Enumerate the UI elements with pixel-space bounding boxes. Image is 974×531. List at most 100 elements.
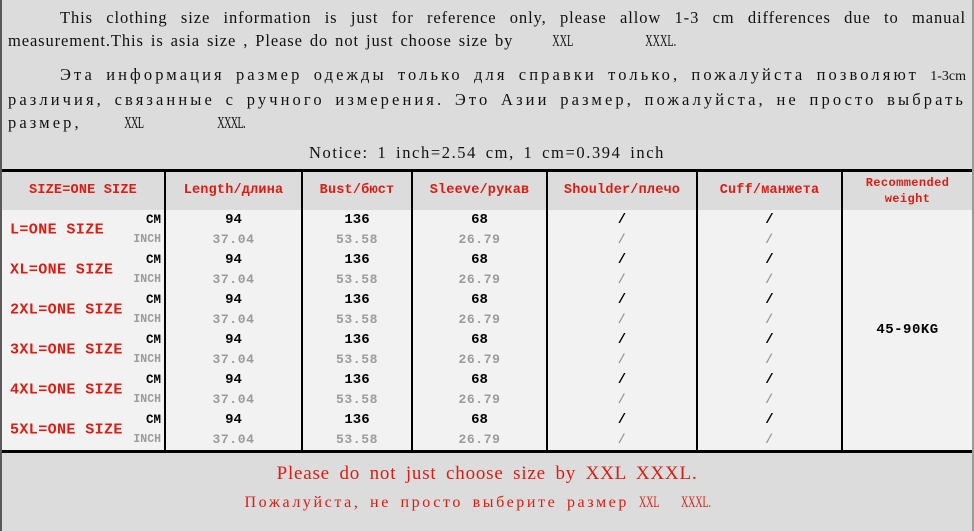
cell-sleeve: 68 26.79 — [411, 290, 548, 330]
value-sleeve-cm: 68 — [471, 372, 488, 388]
value-sleeve-inch: 26.79 — [458, 352, 501, 367]
value-shoulder-inch: / — [617, 432, 627, 447]
footer-block: Please do not just choose size by XXL XX… — [2, 453, 972, 515]
cell-shoulder: / / — [546, 370, 698, 410]
size-chart-sheet: This clothing size information is just f… — [0, 0, 974, 531]
value-cuff-cm: / — [765, 372, 774, 388]
unit-labels: CM INCH — [117, 410, 161, 450]
cell-shoulder: / / — [546, 210, 698, 250]
value-shoulder-inch: / — [617, 312, 627, 327]
unit-labels: CM INCH — [117, 250, 161, 290]
value-sleeve-cm: 68 — [471, 412, 488, 428]
value-bust-cm: 136 — [344, 372, 370, 388]
value-shoulder-inch: / — [617, 272, 627, 287]
cell-cuff: / / — [696, 210, 843, 250]
cell-length: 94 37.04 — [164, 370, 303, 410]
cell-sleeve: 68 26.79 — [411, 370, 548, 410]
value-cuff-cm: / — [765, 252, 774, 268]
table-row: 3XL=ONE SIZE CM INCH 94 37.04 136 53.58 … — [2, 330, 972, 370]
unit-labels: CM INCH — [117, 330, 161, 370]
cell-length: 94 37.04 — [164, 210, 303, 250]
cell-shoulder: / / — [546, 290, 698, 330]
unit-label-cm: CM — [145, 253, 161, 267]
value-cuff-cm: / — [765, 332, 774, 348]
unit-conversion-notice: Notice: 1 inch=2.54 cm, 1 cm=0.394 inch — [308, 143, 666, 162]
cell-size: XL=ONE SIZE CM INCH — [2, 250, 166, 290]
value-cuff-inch: / — [765, 312, 774, 327]
cell-shoulder: / / — [546, 410, 698, 452]
value-cuff-inch: / — [765, 232, 774, 247]
column-header-size: SIZE=ONE SIZE — [2, 170, 166, 210]
unit-label-inch: INCH — [133, 393, 161, 406]
size-label: 4XL=ONE SIZE — [10, 381, 123, 399]
cell-recommended-weight: 45-90KG — [841, 210, 972, 452]
value-cuff-inch: / — [765, 272, 774, 287]
value-sleeve-cm: 68 — [471, 332, 488, 348]
value-sleeve-inch: 26.79 — [458, 272, 501, 287]
size-label: 5XL=ONE SIZE — [10, 421, 123, 439]
table-row: XL=ONE SIZE CM INCH 94 37.04 136 53.58 6… — [2, 250, 972, 290]
value-bust-inch: 53.58 — [335, 392, 378, 407]
unit-labels: CM INCH — [117, 290, 161, 330]
cell-size: 2XL=ONE SIZE CM INCH — [2, 290, 166, 330]
cell-size: 4XL=ONE SIZE CM INCH — [2, 370, 166, 410]
unit-label-cm: CM — [145, 293, 161, 307]
table-row: 2XL=ONE SIZE CM INCH 94 37.04 136 53.58 … — [2, 290, 972, 330]
value-bust-inch: 53.58 — [335, 312, 378, 327]
column-header-length: Length/длина — [164, 170, 303, 210]
value-length-inch: 37.04 — [212, 392, 255, 407]
value-length-inch: 37.04 — [212, 352, 255, 367]
value-bust-cm: 136 — [344, 212, 370, 228]
unit-label-cm: CM — [145, 373, 161, 387]
unit-label-inch: INCH — [133, 233, 161, 246]
cell-shoulder: / / — [546, 250, 698, 290]
cell-bust: 136 53.58 — [301, 290, 413, 330]
value-length-inch: 37.04 — [212, 312, 255, 327]
intro-paragraph-russian: Эта информация размер одежды только для … — [8, 65, 966, 132]
size-label: L=ONE SIZE — [10, 221, 105, 239]
size-table-header: SIZE=ONE SIZE Length/длина Bust/бюст Sle… — [2, 170, 972, 210]
value-bust-inch: 53.58 — [335, 352, 378, 367]
value-bust-cm: 136 — [344, 292, 370, 308]
cell-shoulder: / / — [546, 330, 698, 370]
cell-cuff: / / — [696, 290, 842, 330]
value-shoulder-cm: / — [617, 412, 627, 428]
value-length-inch: 37.04 — [212, 232, 255, 247]
cell-cuff: / / — [696, 330, 842, 370]
cell-sleeve: 68 26.79 — [411, 330, 548, 370]
footer-warning-english: Please do not just choose size by XXL XX… — [276, 463, 698, 484]
value-sleeve-inch: 26.79 — [458, 232, 501, 247]
cell-bust: 136 53.58 — [301, 330, 413, 370]
cell-cuff: / / — [696, 250, 842, 290]
value-length-cm: 94 — [225, 372, 242, 388]
column-header-cuff: Cuff/манжета — [696, 170, 843, 210]
unit-label-inch: INCH — [133, 353, 161, 366]
table-row: 4XL=ONE SIZE CM INCH 94 37.04 136 53.58 … — [2, 370, 972, 410]
size-label: 3XL=ONE SIZE — [10, 341, 123, 359]
cell-length: 94 37.04 — [164, 250, 303, 290]
header-row: SIZE=ONE SIZE Length/длина Bust/бюст Sle… — [2, 170, 972, 210]
value-sleeve-inch: 26.79 — [458, 312, 501, 327]
column-header-bust: Bust/бюст — [301, 170, 413, 210]
cell-sleeve: 68 26.79 — [411, 410, 548, 452]
cell-size: 3XL=ONE SIZE CM INCH — [2, 330, 166, 370]
value-sleeve-cm: 68 — [471, 292, 488, 308]
value-shoulder-cm: / — [617, 372, 627, 388]
value-cuff-cm: / — [765, 412, 774, 428]
cell-length: 94 37.04 — [164, 330, 303, 370]
cell-cuff: / / — [696, 410, 842, 452]
value-length-cm: 94 — [225, 292, 242, 308]
value-cuff-inch: / — [765, 352, 774, 367]
value-shoulder-cm: / — [617, 292, 627, 308]
value-cuff-inch: / — [765, 392, 774, 407]
cell-bust: 136 53.58 — [301, 210, 413, 250]
value-sleeve-cm: 68 — [471, 252, 488, 268]
cell-length: 94 37.04 — [164, 290, 303, 330]
cell-size: L=ONE SIZE CM INCH — [2, 210, 166, 250]
value-sleeve-inch: 26.79 — [458, 392, 501, 407]
unit-labels: CM INCH — [117, 210, 161, 250]
value-bust-cm: 136 — [344, 252, 370, 268]
value-length-inch: 37.04 — [212, 432, 255, 447]
value-cuff-cm: / — [765, 292, 774, 308]
footer-warning-russian: Пожалуйста, не просто выберите размер XX… — [244, 494, 712, 511]
